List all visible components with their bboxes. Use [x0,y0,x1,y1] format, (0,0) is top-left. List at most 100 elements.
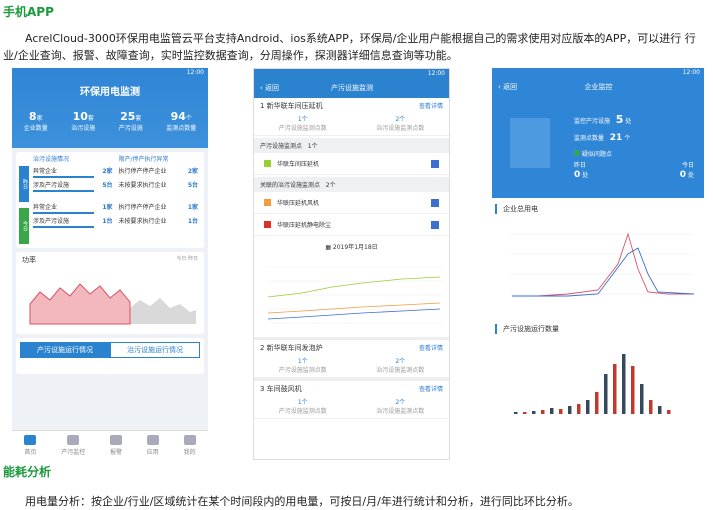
group-header: 关联的治污设施监测点 2个 [254,177,449,192]
tab-label: 我的 [183,449,196,456]
status-row[interactable]: 涉及产污设施 1台 未按要求执行企业 1台 [16,214,204,226]
tab-3[interactable]: 应用 [146,435,159,456]
tab-0[interactable]: 首页 [24,435,36,456]
facility-row[interactable]: 华联压延机静电除尘 [254,214,449,236]
stat-label: 监测点数量 [574,135,605,142]
bar [550,408,554,414]
stat-label: 监控产污设施 [574,118,611,125]
count-value: 1个 [297,399,308,406]
bar [532,411,536,414]
facility-row[interactable]: 华联压延机风机 [254,192,449,214]
bar [577,404,581,414]
section-title-app: 手机APP [3,5,54,19]
stat-item: 8家 企业数量 [24,110,48,132]
checkbox-icon[interactable] [431,159,439,168]
row-label: 涉及产污设施 [33,217,70,225]
color-swatch [264,160,271,167]
stat-label: 企业数量 [23,125,48,132]
bar [523,412,527,414]
stat-unit: 处 [625,118,632,125]
tab-production[interactable]: 产污设施运行情况 [20,342,110,358]
item-3[interactable]: 3 车间鼓风机 查看详情 1个 产污设施监测点数 2个 治污设施监测点数 [254,378,449,419]
back-label: 返回 [265,84,280,92]
run-tabs-card: 产污设施运行情况 治污设施运行情况 [16,338,204,374]
bar [595,392,599,414]
suspect-dot-icon [574,150,580,156]
tab-4[interactable]: 我的 [183,435,196,456]
enterprise-hero: 12:00 ‹ 返回 企业监控 监控产污设施 5 处 监测点数量 21 个 疑似问… [492,68,704,198]
paragraph-text: AcrelCloud-3000环保用电监管云平台支持Android、ios系统A… [3,32,696,62]
status-row[interactable]: 异常企业 2家 执行停产停产企业 2家 [16,164,204,176]
tab-1[interactable]: 产污监控 [61,435,85,456]
facility-label: 华联车间压延机 [277,161,320,168]
row-label: 异常企业 [33,167,58,175]
facility-row[interactable]: 华联车间压延机 [254,153,449,175]
progress-bar [33,226,94,228]
monitor-chart [267,266,442,324]
status-time-2: 12:00 [427,70,445,77]
count-label: 产污设施监测点数 [278,367,327,374]
status-card: 治污设施情况 限产/停产执行异常 昨日 异常企业 2家 执行停产停产企业 2家 涉及产污设… [16,152,204,248]
stat-item: 10套 治污设施 [71,110,95,132]
details-link[interactable]: 查看详情 [419,343,443,353]
tab-treatment[interactable]: 治污设施运行情况 [110,342,200,358]
row-label: 异常企业 [33,203,58,211]
status-time: 12:00 [186,69,204,76]
date-picker[interactable]: ▦ 2019年1月18日 [254,236,449,257]
stat-number: 10 [72,110,88,123]
today-value: 0 [679,170,687,180]
bar [604,374,608,414]
tab-label: 报警 [109,449,122,456]
status-row[interactable]: 异常企业 1家 执行停产停产企业 1家 [16,200,204,212]
item-2[interactable]: 2 新华联车间发泡炉 查看详情 1个 产污设施监测点数 2个 治污设施监测点数 [254,337,449,378]
side-today: 今日 [19,208,29,244]
section-paragraph-energy: 用电量分析：按企业/行业/区域统计在某个时间段内的用电量，可按日/月/年进行统计… [3,493,709,510]
monitor-icon [67,435,80,445]
details-link[interactable]: 查看详情 [419,101,443,111]
count-label: 产污设施监测点数 [278,408,327,415]
row-label: 执行停产停产企业 [118,167,167,175]
yesterday-label: 昨日 [574,162,587,169]
tab-2[interactable]: 报警 [109,435,122,456]
row-label: 执行停产停产企业 [118,203,167,211]
back-button[interactable]: ‹ 返回 [498,82,517,92]
color-swatch [264,199,271,206]
checkbox-icon[interactable] [431,198,439,207]
tab-label: 首页 [24,449,37,456]
enterprise-stats: 监控产污设施 5 处 监测点数量 21 个 疑似问题点 [574,112,631,163]
bar [640,384,644,414]
suspect-label: 疑似问题点 [581,151,612,158]
tab-label: 应用 [146,449,159,456]
item-1[interactable]: 1 新华联车间压延机 查看详情 1个 产污设施监测点数 2个 治污设施监测点数 [254,98,449,136]
item-name: 3 车间鼓风机 [260,385,302,393]
checkbox-icon[interactable] [431,220,439,229]
bar [649,400,653,414]
side-yesterday: 昨日 [19,166,29,202]
screen-title: 企业监控 [584,83,613,91]
item-name: 1 新华联车间压延机 [260,102,323,110]
status-row[interactable]: 涉及产污设施 5台 未按要求执行企业 5台 [16,178,204,190]
bar [568,406,572,414]
power-label: 功率 [22,256,36,264]
bar [622,354,626,414]
phone-monitoring-screen: 12:00 ‹ 返回 产污设施监测 1 新华联车间压延机 查看详情 1个 产污设施监测… [253,68,450,460]
row-value: 5台 [187,181,198,189]
phone-home-screen: 12:00 环保用电监测 8家 企业数量 10套 治污设施 25套 产污设施 94个 监测点数… [12,68,208,460]
apps-icon [146,435,159,445]
power-card: 功率 今日 昨日 [16,252,204,334]
bar [658,406,662,414]
stat-item: 25套 产污设施 [119,110,143,132]
details-link[interactable]: 查看详情 [419,384,443,394]
group-label: 产污设施监测点 [260,143,303,150]
yesterday-today-labels: 昨日 今日 [574,160,694,169]
phone-enterprise-screen: 12:00 ‹ 返回 企业监控 监控产污设施 5 处 监测点数量 21 个 疑似问… [492,68,704,440]
row-value: 1家 [102,203,113,211]
back-button[interactable]: ‹ 返回 [260,83,279,93]
stat-unit: 套 [87,115,94,122]
stat-label: 监测点数量 [166,125,197,132]
power-chart [29,283,196,325]
home-hero: 12:00 环保用电监测 8家 企业数量 10套 治污设施 25套 产污设施 94个 监测点数… [12,68,208,148]
bar [631,366,635,414]
stat-value: 21 [609,133,623,143]
row-value: 2家 [187,167,198,175]
